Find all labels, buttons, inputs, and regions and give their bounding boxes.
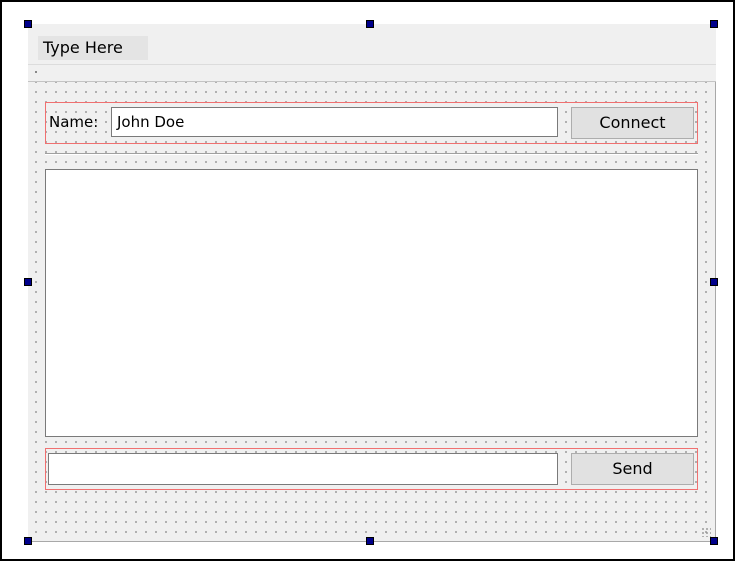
connection-layout: Name: John Doe Connect <box>45 102 698 144</box>
selection-handle-icon[interactable] <box>366 537 374 545</box>
message-input[interactable] <box>48 453 558 485</box>
resize-grip-icon[interactable] <box>701 527 711 537</box>
name-input[interactable]: John Doe <box>111 107 558 137</box>
composer-layout: Send <box>45 448 698 490</box>
menu-item-type-here[interactable]: Type Here <box>38 36 148 60</box>
toolbar-grip-icon[interactable] <box>35 71 37 73</box>
selection-handle-icon[interactable] <box>710 20 718 28</box>
horizontal-separator <box>45 153 698 155</box>
selection-handle-icon[interactable] <box>366 20 374 28</box>
selection-handle-icon[interactable] <box>24 278 32 286</box>
selection-handle-icon[interactable] <box>24 20 32 28</box>
menubar: Type Here <box>28 24 716 64</box>
selection-handle-icon[interactable] <box>24 537 32 545</box>
toolbar-area <box>28 64 716 82</box>
name-label: Name: <box>49 113 99 131</box>
chat-display[interactable] <box>45 169 698 437</box>
selection-handle-icon[interactable] <box>710 537 718 545</box>
send-button[interactable]: Send <box>571 453 694 485</box>
designer-canvas: Type Here Name: John Doe Connect Send <box>0 0 735 561</box>
main-window-form[interactable]: Type Here Name: John Doe Connect Send <box>28 24 716 542</box>
selection-handle-icon[interactable] <box>710 278 718 286</box>
connect-button[interactable]: Connect <box>571 107 694 139</box>
